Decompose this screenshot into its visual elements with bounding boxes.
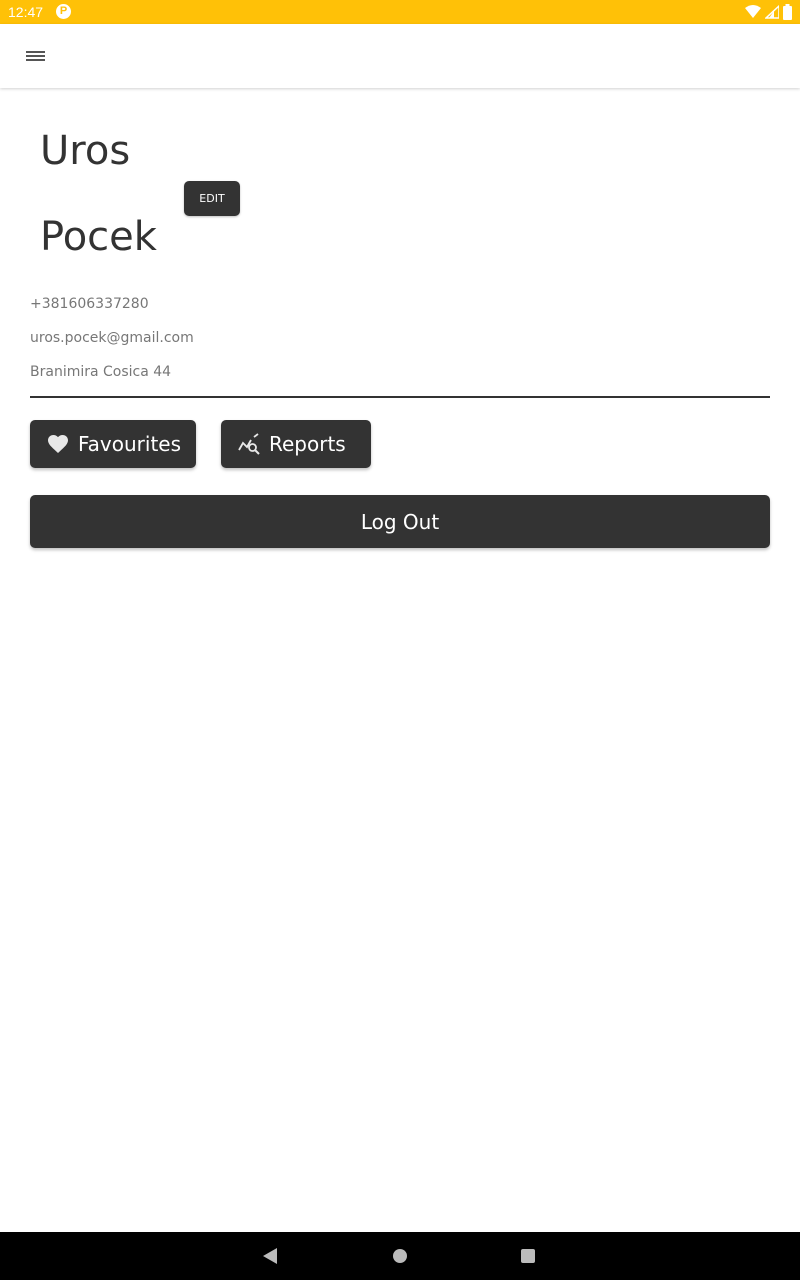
logout-label: Log Out — [360, 509, 440, 534]
reports-label: Reports — [269, 432, 346, 456]
hamburger-menu-icon[interactable] — [22, 44, 50, 68]
last-name: Pocek — [40, 214, 157, 260]
chart-search-icon — [238, 433, 260, 455]
system-nav-bar — [0, 1232, 800, 1280]
phone-number: +381606337280 — [30, 296, 149, 312]
recent-apps-icon[interactable] — [521, 1249, 535, 1263]
battery-icon — [783, 4, 792, 20]
first-name: Uros — [40, 128, 131, 174]
app-bar — [0, 24, 800, 88]
signal-icon — [765, 5, 779, 19]
logout-button[interactable]: Log Out — [30, 495, 770, 548]
wifi-icon — [745, 5, 761, 18]
status-bar: 12:47 P — [0, 0, 800, 24]
reports-button[interactable]: Reports — [221, 420, 371, 468]
favourites-button[interactable]: Favourites — [30, 420, 196, 468]
edit-button[interactable]: EDIT — [184, 181, 240, 216]
street-address: Branimira Cosica 44 — [30, 364, 172, 380]
favourites-label: Favourites — [78, 432, 182, 456]
home-icon[interactable] — [393, 1249, 407, 1263]
back-icon[interactable] — [262, 1248, 278, 1264]
email-address: uros.pocek@gmail.com — [30, 330, 194, 346]
divider — [30, 396, 770, 398]
app-notification-icon: P — [56, 4, 71, 19]
heart-icon — [48, 435, 68, 453]
status-time: 12:47 — [8, 4, 44, 20]
status-icons — [745, 3, 792, 21]
